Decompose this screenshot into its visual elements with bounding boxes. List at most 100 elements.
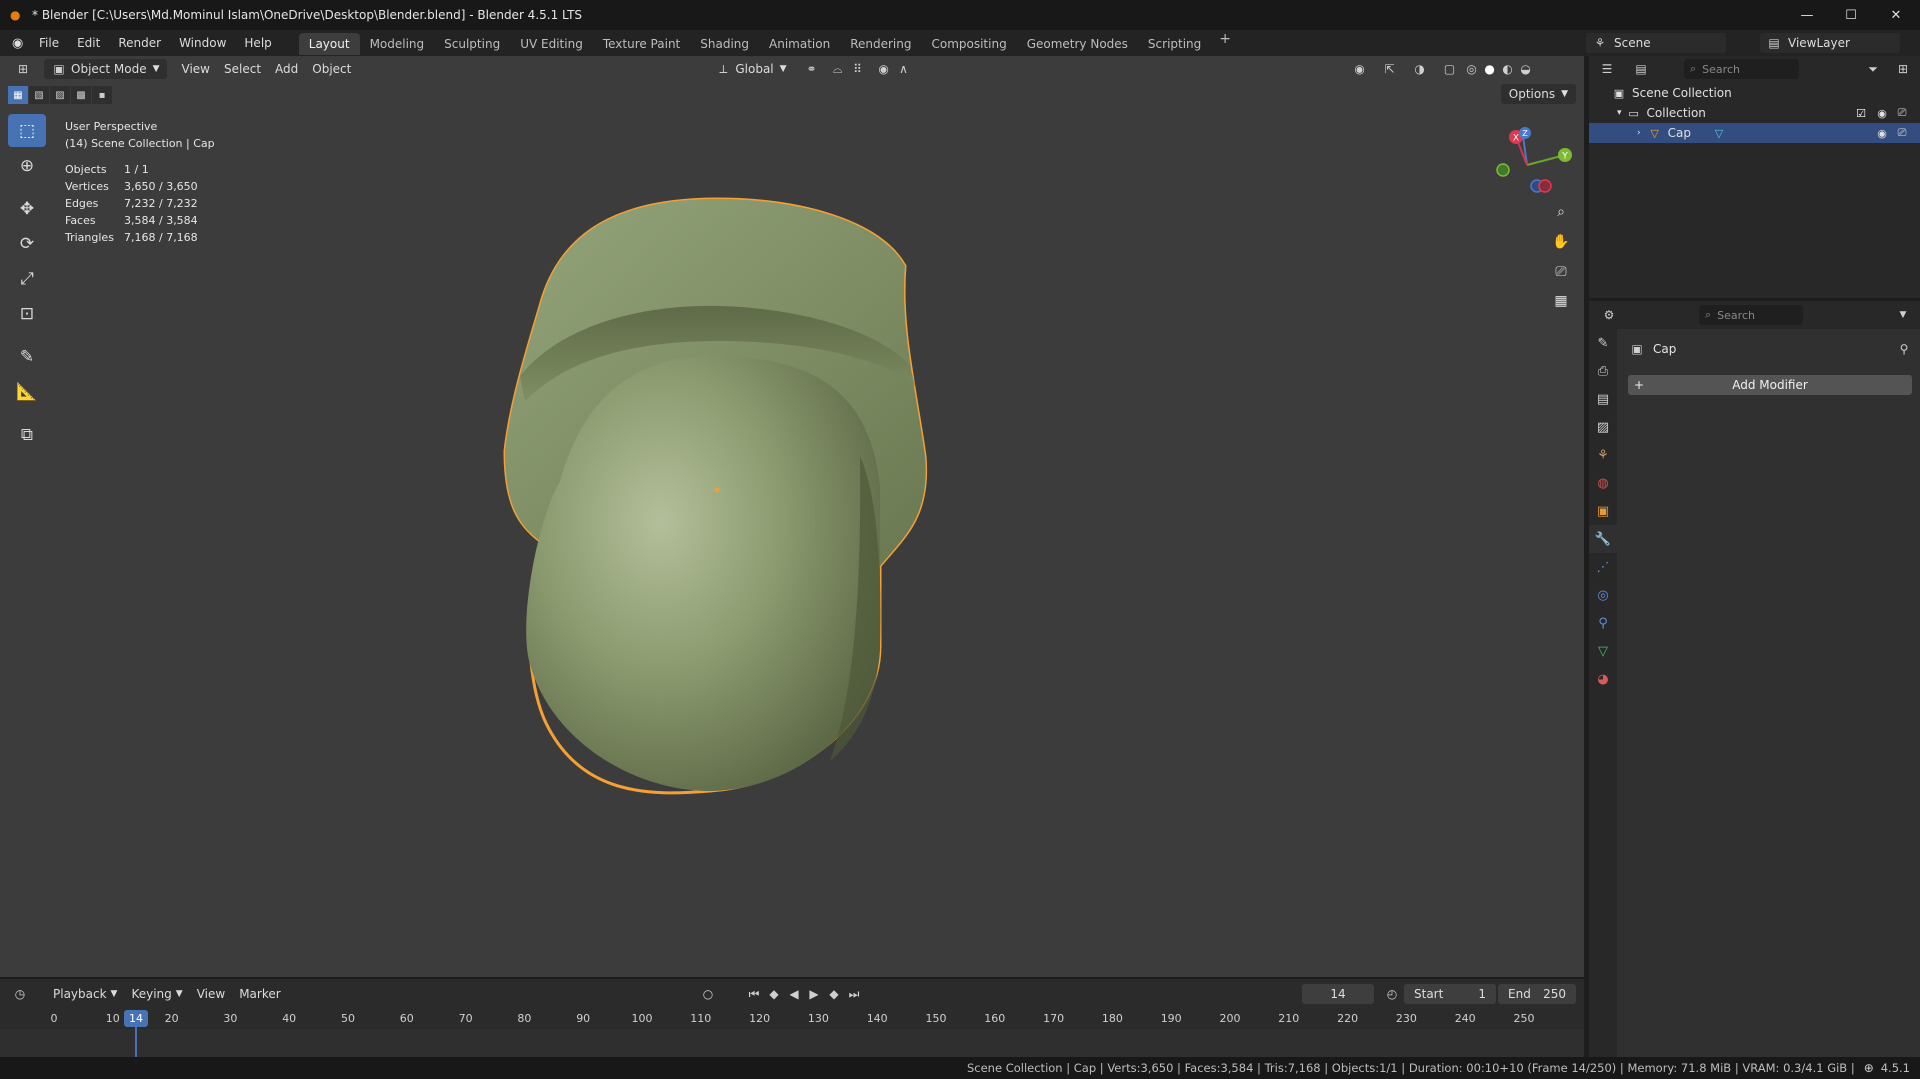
3d-viewport[interactable]: ⊞ ▣ Object Mode ▼ View Select Add Object… xyxy=(0,56,1584,977)
rotate-tool-icon[interactable]: ⟳ xyxy=(8,227,46,260)
tab-shading[interactable]: Shading xyxy=(690,33,759,55)
gizmo-toggle-icon[interactable]: ⇱ xyxy=(1382,61,1398,77)
viewlayer-selector[interactable]: ▤ ViewLayer xyxy=(1760,33,1900,53)
select-intersect-icon[interactable]: ▪ xyxy=(92,86,112,104)
clock-icon[interactable]: ◴ xyxy=(1384,986,1400,1002)
add-modifier-button[interactable]: + Add Modifier xyxy=(1628,375,1912,395)
material-shading-icon[interactable]: ◐ xyxy=(1500,61,1516,77)
prev-keyframe-icon[interactable]: ◆ xyxy=(766,986,782,1002)
pin-icon[interactable]: ⚲ xyxy=(1896,341,1912,357)
scene-selector[interactable]: ⚘ Scene xyxy=(1586,33,1726,53)
pan-hand-icon[interactable]: ✋ xyxy=(1549,230,1573,254)
select-box-tool-icon[interactable]: ⬚ xyxy=(8,114,46,147)
viewport-menu-select[interactable]: Select xyxy=(217,59,268,79)
current-frame-field[interactable]: 14 xyxy=(1302,984,1374,1004)
rendered-shading-icon[interactable]: ◒ xyxy=(1518,61,1534,77)
play-reverse-icon[interactable]: ◀ xyxy=(786,986,802,1002)
end-frame-field[interactable]: End 250 xyxy=(1498,984,1576,1004)
display-mode-icon[interactable]: ▤ xyxy=(1633,61,1649,77)
wireframe-shading-icon[interactable]: ◎ xyxy=(1464,61,1480,77)
editor-type-button[interactable]: ⊞ xyxy=(8,59,38,79)
zoom-icon[interactable]: ⌕ xyxy=(1549,200,1573,224)
camera-icon[interactable]: ⎚ xyxy=(1894,106,1910,120)
start-frame-field[interactable]: Start 1 xyxy=(1404,984,1496,1004)
particles-tab-icon[interactable]: ⋰ xyxy=(1589,553,1617,581)
menu-window[interactable]: Window xyxy=(170,30,235,56)
object-tab-icon[interactable]: ▣ xyxy=(1589,497,1617,525)
cap-mesh[interactable] xyxy=(503,197,928,795)
chevron-right-icon[interactable]: › xyxy=(1637,128,1641,138)
tab-compositing[interactable]: Compositing xyxy=(921,33,1016,55)
camera-view-icon[interactable]: ⎚ xyxy=(1549,260,1573,284)
transform-tool-icon[interactable]: ⊡ xyxy=(8,297,46,330)
timeline-track[interactable] xyxy=(0,1029,1584,1057)
properties-editor-icon[interactable]: ⚙ xyxy=(1601,307,1617,323)
constraints-tab-icon[interactable]: ⚲ xyxy=(1589,609,1617,637)
view-layer-tab-icon[interactable]: ▨ xyxy=(1589,413,1617,441)
timeline-menu-keying[interactable]: Keying ▼ xyxy=(124,984,189,1004)
render-tab-icon[interactable]: ⎙ xyxy=(1589,357,1617,385)
options-dropdown[interactable]: Options ▼ xyxy=(1500,84,1576,104)
menu-file[interactable]: File xyxy=(30,30,68,56)
select-subtract-icon[interactable]: ▨ xyxy=(50,86,70,104)
world-tab-icon[interactable]: ◍ xyxy=(1589,469,1617,497)
timeline-menu-playback[interactable]: Playback ▼ xyxy=(46,984,124,1004)
frame-ruler[interactable]: 0 10 20 30 40 50 60 70 80 90 100 110 120 130 140 150 160… xyxy=(0,1009,1584,1029)
filter-icon[interactable]: ⏷ xyxy=(1865,61,1881,77)
minimize-icon[interactable]: — xyxy=(1784,0,1830,30)
physics-tab-icon[interactable]: ◎ xyxy=(1589,581,1617,609)
mode-dropdown[interactable]: ▣ Object Mode ▼ xyxy=(44,59,167,79)
tab-geometry-nodes[interactable]: Geometry Nodes xyxy=(1017,33,1138,55)
measure-tool-icon[interactable]: 📐 xyxy=(8,375,46,408)
visibility-icon[interactable]: ◉ xyxy=(1352,61,1368,77)
chevron-down-icon[interactable]: ▾ xyxy=(1617,108,1622,118)
tab-sculpting[interactable]: Sculpting xyxy=(434,33,510,55)
menu-render[interactable]: Render xyxy=(109,30,170,56)
snap-grid-icon[interactable]: ⠿ xyxy=(850,61,866,77)
snap-icon[interactable]: ⌓ xyxy=(830,61,846,77)
navigation-gizmo[interactable]: X Z Y xyxy=(1485,120,1581,210)
transform-orientation-dropdown[interactable]: ⟂ Global ▼ xyxy=(708,59,793,79)
modifier-tab-icon[interactable]: 🔧 xyxy=(1589,525,1617,553)
timeline-editor-icon[interactable]: ◷ xyxy=(12,986,28,1002)
tab-texture-paint[interactable]: Texture Paint xyxy=(593,33,690,55)
eye-icon[interactable]: ◉ xyxy=(1874,126,1890,140)
annotate-tool-icon[interactable]: ✎ xyxy=(8,340,46,373)
timeline-menu-view[interactable]: View xyxy=(190,984,232,1004)
playhead-frame[interactable]: 14 xyxy=(124,1010,148,1027)
outliner-row-cap[interactable]: › ▽ Cap ▽ ◉ ⎚ xyxy=(1589,123,1920,143)
tool-tab-icon[interactable]: ✎ xyxy=(1589,329,1617,357)
scale-tool-icon[interactable]: ⤢ xyxy=(8,262,46,295)
add-workspace-icon[interactable]: + xyxy=(1211,31,1239,55)
pivot-icon[interactable]: ⚭ xyxy=(804,61,820,77)
outliner-row-collection[interactable]: ▾ ▭ Collection ☑ ◉ ⎚ xyxy=(1589,103,1920,123)
select-new-icon[interactable]: ▦ xyxy=(8,86,28,104)
outliner-row-scene-collection[interactable]: ▣ Scene Collection xyxy=(1589,83,1920,103)
camera-icon[interactable]: ⎚ xyxy=(1894,126,1910,140)
viewport-menu-view[interactable]: View xyxy=(175,59,217,79)
jump-start-icon[interactable]: ⏮ xyxy=(746,986,762,1002)
move-tool-icon[interactable]: ✥ xyxy=(8,192,46,225)
data-tab-icon[interactable]: ▽ xyxy=(1589,637,1617,665)
jump-end-icon[interactable]: ⏭ xyxy=(846,986,862,1002)
tab-rendering[interactable]: Rendering xyxy=(840,33,921,55)
timeline-menu-marker[interactable]: Marker xyxy=(232,984,287,1004)
outliner-editor-icon[interactable]: ☰ xyxy=(1599,61,1615,77)
cursor-tool-icon[interactable]: ⊕ xyxy=(8,149,46,182)
close-icon[interactable]: ✕ xyxy=(1873,0,1919,30)
output-tab-icon[interactable]: ▤ xyxy=(1589,385,1617,413)
chevron-down-icon[interactable]: ▼ xyxy=(1895,307,1911,323)
select-extend-icon[interactable]: ▧ xyxy=(29,86,49,104)
new-collection-icon[interactable]: ⊞ xyxy=(1895,61,1911,77)
maximize-icon[interactable]: ☐ xyxy=(1828,0,1874,30)
proportional-edit-icon[interactable]: ◉ xyxy=(876,61,892,77)
properties-search-input[interactable]: ⌕ Search xyxy=(1699,305,1803,325)
next-keyframe-icon[interactable]: ◆ xyxy=(826,986,842,1002)
eye-icon[interactable]: ◉ xyxy=(1874,106,1890,120)
gizmo-neg-y-axis[interactable] xyxy=(1496,163,1510,177)
tab-modeling[interactable]: Modeling xyxy=(360,33,435,55)
mesh-data-icon[interactable]: ▽ xyxy=(1711,126,1727,140)
select-invert-icon[interactable]: ▩ xyxy=(71,86,91,104)
viewport-menu-object[interactable]: Object xyxy=(305,59,358,79)
tab-animation[interactable]: Animation xyxy=(759,33,840,55)
